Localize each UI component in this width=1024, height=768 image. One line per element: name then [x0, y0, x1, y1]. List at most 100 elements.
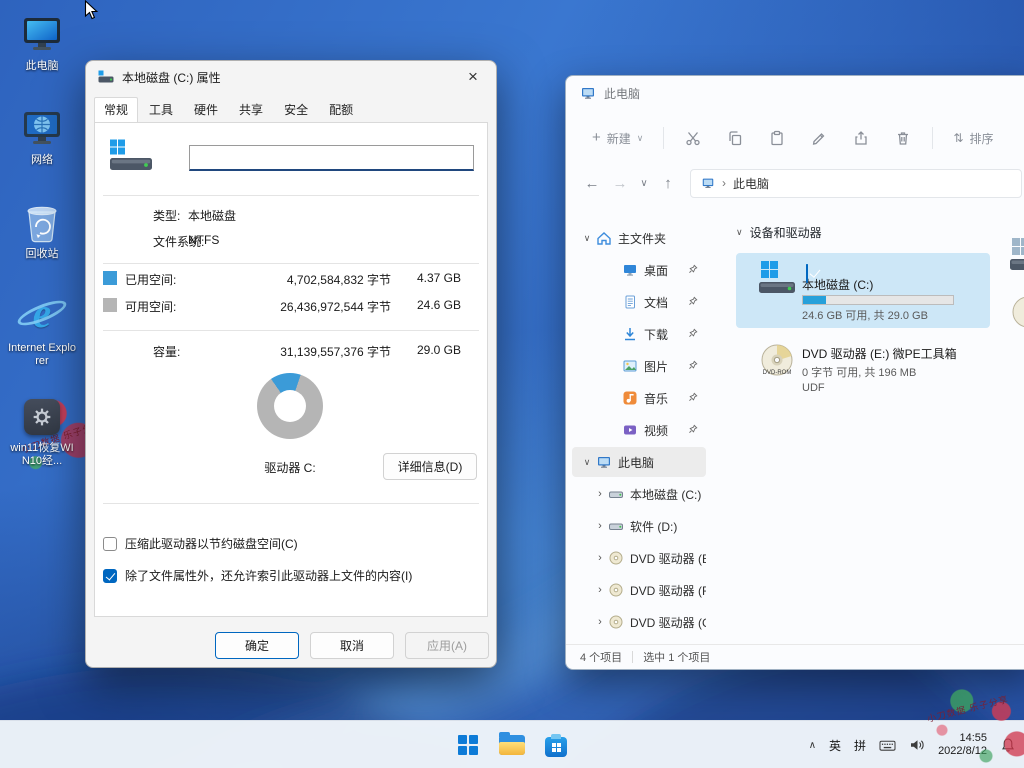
tab-sharing[interactable]: 共享 [229, 97, 273, 122]
sidebar-item-pictures[interactable]: 图片 [572, 351, 706, 381]
drive-icon [109, 139, 153, 171]
chevron-down-icon[interactable]: ∨ [580, 457, 594, 468]
details-button[interactable]: 详细信息(D) [383, 453, 477, 480]
pin-icon [688, 328, 699, 339]
apply-button[interactable]: 应用(A) [405, 632, 489, 659]
index-checkbox-row[interactable]: 除了文件属性外，还允许索引此驱动器上文件的内容(I) [103, 567, 412, 584]
desktop-icon-internet-explorer[interactable]: e Internet Explorer [8, 288, 76, 368]
mouse-cursor [84, 0, 100, 22]
chevron-right-icon[interactable]: › [594, 552, 606, 564]
pin-icon [688, 424, 699, 435]
desktop-icon-label: 此电脑 [8, 60, 76, 73]
drive-tile-dvd-e[interactable]: DVD-ROM DVD 驱动器 (E:) 微PE工具箱 0 字节 可用, 共 1… [736, 340, 990, 399]
notification-bell-icon[interactable] [1000, 737, 1016, 753]
cut-button[interactable] [676, 121, 710, 155]
compress-checkbox[interactable] [103, 537, 117, 551]
chevron-right-icon[interactable]: › [594, 616, 606, 628]
sidebar-item-documents[interactable]: 文档 [572, 287, 706, 317]
ime-mode-indicator[interactable]: 拼 [854, 737, 866, 754]
new-button[interactable]: + 新建 ∨ [584, 124, 651, 153]
copy-button[interactable] [718, 121, 752, 155]
ime-language-indicator[interactable]: 英 [829, 737, 841, 754]
delete-button[interactable] [886, 121, 920, 155]
separator [103, 330, 479, 331]
chevron-right-icon[interactable]: › [594, 520, 606, 532]
this-pc-window-icon [580, 85, 596, 101]
sidebar-item-videos[interactable]: 视频 [572, 415, 706, 445]
chevron-right-icon[interactable]: › [594, 488, 606, 500]
this-pc-icon [594, 454, 614, 470]
documents-icon [620, 294, 640, 310]
devices-and-drives-header[interactable]: ∨ 设备和驱动器 [736, 224, 1024, 241]
separator [103, 263, 479, 264]
tab-tools[interactable]: 工具 [139, 97, 183, 122]
hidden-icons-chevron[interactable]: ∧ [809, 740, 816, 751]
sidebar-item-dvd-f[interactable]: › DVD 驱动器 (F [572, 575, 706, 605]
forward-button[interactable]: → [606, 175, 634, 192]
history-dropdown-icon[interactable]: ∨ [634, 178, 654, 189]
dvd-drive-icon: DVD-ROM [758, 344, 796, 380]
store-bag-icon [545, 737, 567, 757]
selection-checkbox[interactable] [806, 264, 808, 283]
taskbar-clock[interactable]: 14:55 2022/8/12 [938, 732, 987, 758]
chevron-right-icon[interactable]: › [594, 584, 606, 596]
drive-tile-local-disk-c[interactable]: 本地磁盘 (C:) 24.6 GB 可用, 共 29.0 GB [736, 253, 990, 328]
new-button-label: 新建 [607, 130, 631, 147]
desktop-icon-label: Internet Explorer [8, 342, 76, 368]
sidebar-item-this-pc[interactable]: ∨ 此电脑 [572, 447, 706, 477]
music-icon [620, 390, 640, 406]
file-explorer-button[interactable] [492, 725, 532, 765]
explorer-titlebar[interactable]: 此电脑 [566, 76, 1024, 110]
sidebar-item-dvd-e[interactable]: › DVD 驱动器 (E [572, 543, 706, 573]
sort-button-label: 排序 [969, 130, 993, 147]
clock-date: 2022/8/12 [938, 745, 987, 758]
dialog-titlebar[interactable]: 本地磁盘 (C:) 属性 [86, 61, 496, 93]
up-button[interactable]: ↑ [654, 175, 682, 192]
sidebar-item-downloads[interactable]: 下载 [572, 319, 706, 349]
microsoft-store-button[interactable] [536, 725, 576, 765]
sort-icon: ⇅ [953, 131, 963, 145]
sidebar-item-local-disk-c[interactable]: › 本地磁盘 (C:) [572, 479, 706, 509]
free-space-bytes: 26,436,972,544 字节 [280, 298, 391, 315]
speaker-icon[interactable] [909, 737, 925, 753]
compress-checkbox-row[interactable]: 压缩此驱动器以节约磁盘空间(C) [103, 535, 298, 552]
sidebar-item-software-d[interactable]: › 软件 (D:) [572, 511, 706, 541]
dvd-icon [606, 614, 626, 630]
index-checkbox-label: 除了文件属性外，还允许索引此驱动器上文件的内容(I) [125, 567, 412, 584]
desktop-icon-win11-restore[interactable]: win11恢复WIN10经... [8, 394, 76, 468]
sort-button[interactable]: ⇅ 排序 [945, 124, 1001, 153]
back-button[interactable]: ← [578, 175, 606, 192]
volume-label-input[interactable] [189, 145, 474, 171]
cancel-button[interactable]: 取消 [310, 632, 394, 659]
window-title: 此电脑 [604, 85, 640, 102]
share-button[interactable] [844, 121, 878, 155]
sidebar-item-desktop[interactable]: 桌面 [572, 255, 706, 285]
windows-logo-icon [458, 735, 478, 755]
tab-quota[interactable]: 配额 [319, 97, 363, 122]
desktop-icon-network[interactable]: 网络 [8, 106, 76, 167]
breadcrumb-this-pc[interactable]: 此电脑 [733, 175, 769, 192]
address-bar[interactable]: › 此电脑 [690, 169, 1022, 198]
desktop-icon-this-pc[interactable]: 此电脑 [8, 12, 76, 73]
sidebar-item-dvd-g[interactable]: › DVD 驱动器 (G [572, 607, 706, 637]
paste-button[interactable] [760, 121, 794, 155]
partial-drive-tile[interactable] [1009, 236, 1024, 280]
tab-hardware[interactable]: 硬件 [184, 97, 228, 122]
rename-button[interactable] [802, 121, 836, 155]
tab-security[interactable]: 安全 [274, 97, 318, 122]
partial-drive-tile[interactable] [1009, 296, 1024, 336]
pin-icon [688, 296, 699, 307]
desktop-icon-recycle-bin[interactable]: 回收站 [8, 200, 76, 261]
sidebar-item-home[interactable]: ∨ 主文件夹 [572, 223, 706, 253]
index-checkbox[interactable] [103, 569, 117, 583]
recycle-bin-icon [8, 200, 76, 246]
status-divider [632, 651, 633, 663]
start-button[interactable] [448, 725, 488, 765]
touch-keyboard-icon[interactable] [879, 738, 896, 753]
tab-general[interactable]: 常规 [94, 97, 138, 122]
chevron-down-icon[interactable]: ∨ [580, 233, 594, 244]
capacity-label: 容量: [153, 343, 180, 360]
close-icon[interactable]: × [451, 62, 495, 92]
sidebar-item-music[interactable]: 音乐 [572, 383, 706, 413]
ok-button[interactable]: 确定 [215, 632, 299, 659]
